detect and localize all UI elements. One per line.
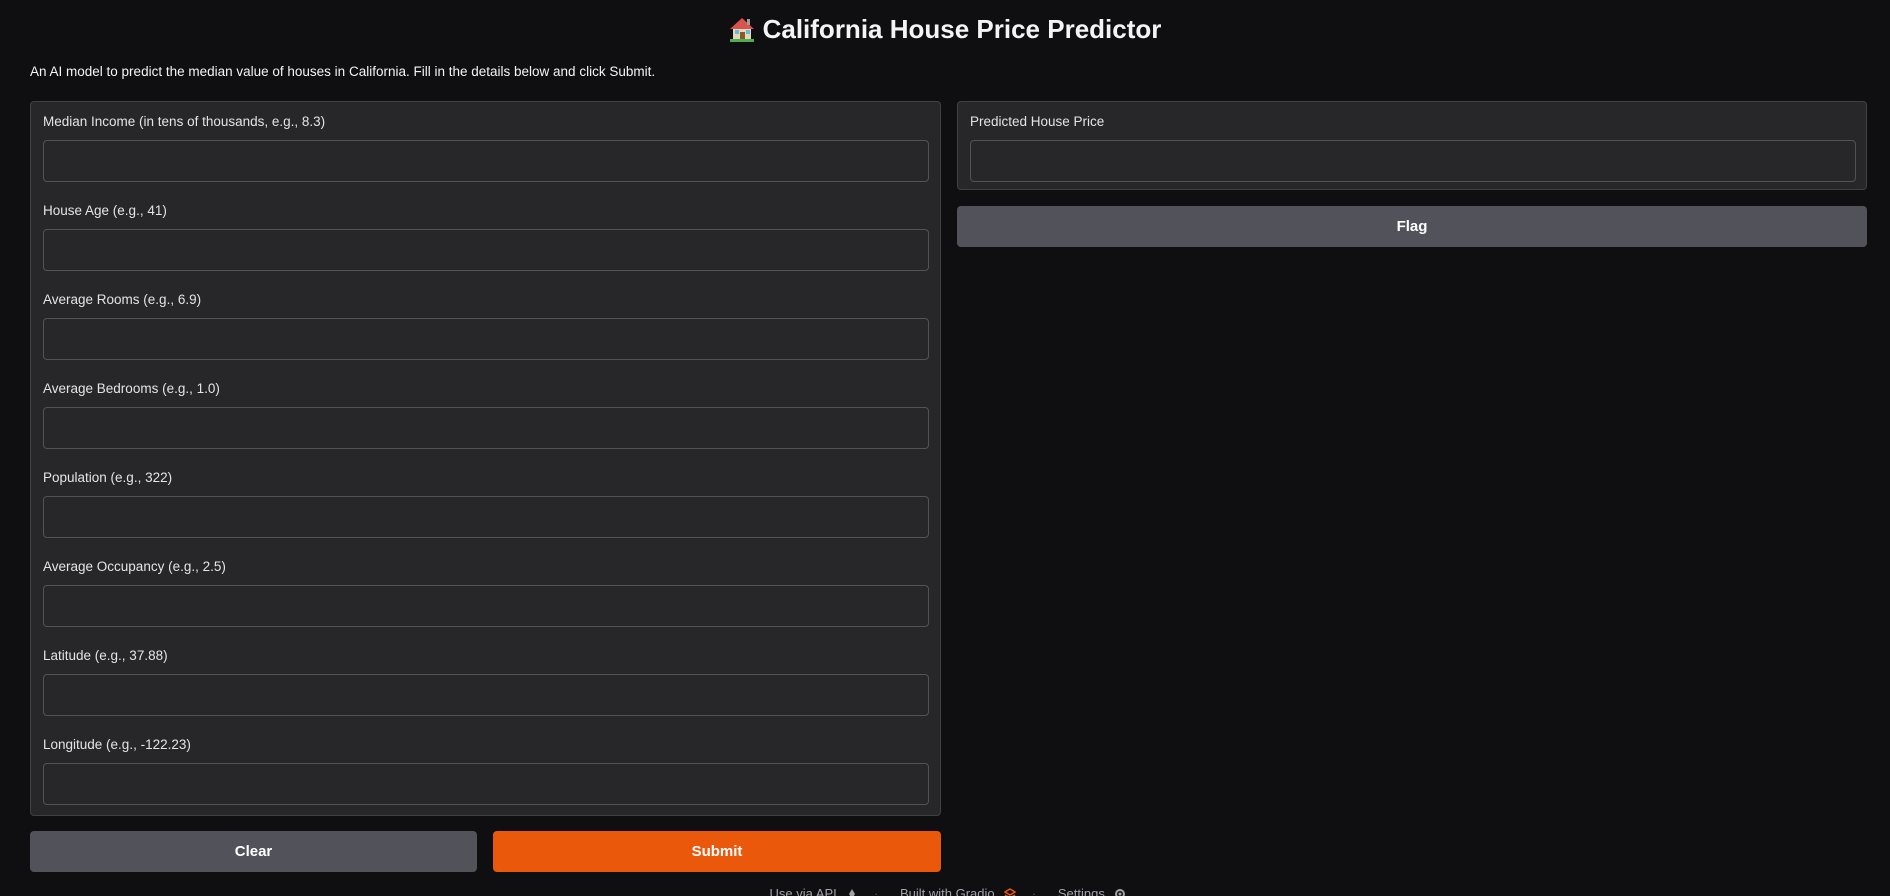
median-income-label: Median Income (in tens of thousands, e.g… — [43, 114, 326, 129]
use-via-api-text: Use via API — [769, 886, 837, 896]
input-panel: Median Income (in tens of thousands, e.g… — [30, 101, 941, 816]
predicted-price-label: Predicted House Price — [970, 114, 1105, 129]
longitude-input[interactable] — [43, 763, 929, 805]
submit-button[interactable]: Submit — [493, 831, 941, 872]
population-input[interactable] — [43, 496, 929, 538]
average-rooms-input[interactable] — [43, 318, 929, 360]
latitude-input[interactable] — [43, 674, 929, 716]
house-age-label: House Age (e.g., 41) — [43, 203, 167, 218]
gradio-logo-icon — [1004, 888, 1017, 896]
built-with-gradio-link[interactable]: Built with Gradio — [894, 886, 1017, 896]
settings-text: Settings — [1057, 886, 1105, 896]
clear-button[interactable]: Clear — [30, 831, 477, 872]
predicted-price-output[interactable] — [970, 140, 1856, 182]
page-title-text: California House Price Predictor — [762, 14, 1162, 44]
output-panel: Predicted House Price — [957, 101, 1867, 190]
population-label: Population (e.g., 322) — [43, 470, 173, 485]
average-bedrooms-input[interactable] — [43, 407, 929, 449]
median-income-input[interactable] — [43, 140, 929, 182]
footer-separator: · — [1031, 886, 1037, 896]
page-description: An AI model to predict the median value … — [30, 64, 656, 79]
house-age-input[interactable] — [43, 229, 929, 271]
settings-link[interactable]: Settings — [1052, 886, 1127, 896]
longitude-label: Longitude (e.g., -122.23) — [43, 737, 191, 752]
page-title: California House Price Predictor — [0, 12, 1890, 46]
flag-button[interactable]: Flag — [957, 206, 1867, 247]
rocket-icon — [849, 889, 856, 896]
latitude-label: Latitude (e.g., 37.88) — [43, 648, 168, 663]
gear-icon — [1115, 889, 1126, 896]
average-occupancy-label: Average Occupancy (e.g., 2.5) — [43, 559, 226, 574]
use-via-api-link[interactable]: Use via API — [764, 886, 859, 896]
house-emoji-icon — [729, 18, 754, 42]
average-bedrooms-label: Average Bedrooms (e.g., 1.0) — [43, 381, 220, 396]
average-occupancy-input[interactable] — [43, 585, 929, 627]
app-root: California House Price Predictor An AI m… — [0, 0, 1890, 896]
footer-separator: · — [874, 886, 879, 896]
average-rooms-label: Average Rooms (e.g., 6.9) — [43, 292, 202, 307]
built-with-gradio-text: Built with Gradio — [899, 886, 995, 896]
footer: Use via API · Built with Gradio · Settin… — [0, 886, 1890, 896]
